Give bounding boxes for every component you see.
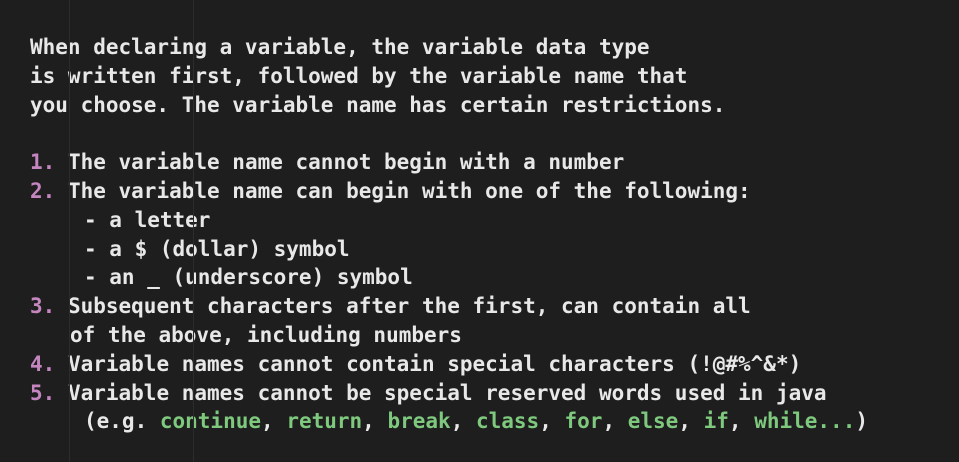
separator: , — [539, 409, 565, 434]
reserved-word: for — [564, 409, 603, 434]
list-number: 5. — [30, 380, 56, 405]
intro-line: When declaring a variable, the variable … — [30, 35, 650, 59]
reserved-word: if — [703, 409, 729, 434]
rule-text: Variable names cannot be special reserve… — [55, 380, 827, 405]
sub-item: - an _ (underscore) symbol — [84, 265, 413, 290]
rule-text: Subsequent characters after the first, c… — [55, 294, 751, 319]
sub-item: - a letter — [84, 207, 211, 232]
intro-line: you choose. The variable name has certai… — [30, 92, 726, 117]
list-number: 1. — [30, 150, 56, 175]
list-number: 2. — [30, 178, 56, 203]
rule-text: The variable name can begin with one of … — [55, 178, 751, 203]
indent-guide — [193, 0, 194, 462]
reserved-words-line: (e.g. continue, return, break, class, fo… — [30, 407, 959, 436]
intro-line: is written first, followed by the variab… — [30, 63, 688, 88]
reserved-word: continue — [159, 409, 262, 434]
reserved-suffix: ) — [855, 409, 869, 434]
code-editor: When declaring a variable, the variable … — [0, 0, 959, 462]
separator: , — [261, 409, 287, 434]
reserved-prefix: (e.g. — [84, 409, 160, 434]
separator: , — [602, 409, 628, 434]
reserved-word: else — [627, 409, 679, 434]
separator: , — [362, 409, 388, 434]
reserved-word: break — [387, 409, 451, 434]
rule-item-4: 4. Variable names cannot contain special… — [30, 350, 959, 379]
reserved-word: return — [286, 409, 363, 434]
rule-item-3: 3. Subsequent characters after the first… — [30, 292, 959, 321]
rule-item-1: 1. The variable name cannot begin with a… — [30, 148, 959, 177]
indent-guide — [69, 0, 70, 462]
rule-item-2: 2. The variable name can begin with one … — [30, 177, 959, 206]
separator: , — [678, 409, 704, 434]
rule-text: The variable name cannot begin with a nu… — [55, 150, 625, 175]
sub-item: - a $ (dollar) symbol — [84, 236, 350, 261]
rule-text: Variable names cannot contain special ch… — [55, 351, 802, 376]
reserved-word: while... — [754, 409, 856, 434]
separator: , — [728, 409, 755, 434]
list-number: 3. — [30, 294, 56, 319]
reserved-word: class — [475, 409, 540, 434]
list-number: 4. — [30, 351, 56, 376]
rule-item-5: 5. Variable names cannot be special rese… — [30, 379, 959, 408]
separator: , — [450, 409, 476, 434]
rule-continuation: of the above, including numbers — [70, 322, 462, 347]
